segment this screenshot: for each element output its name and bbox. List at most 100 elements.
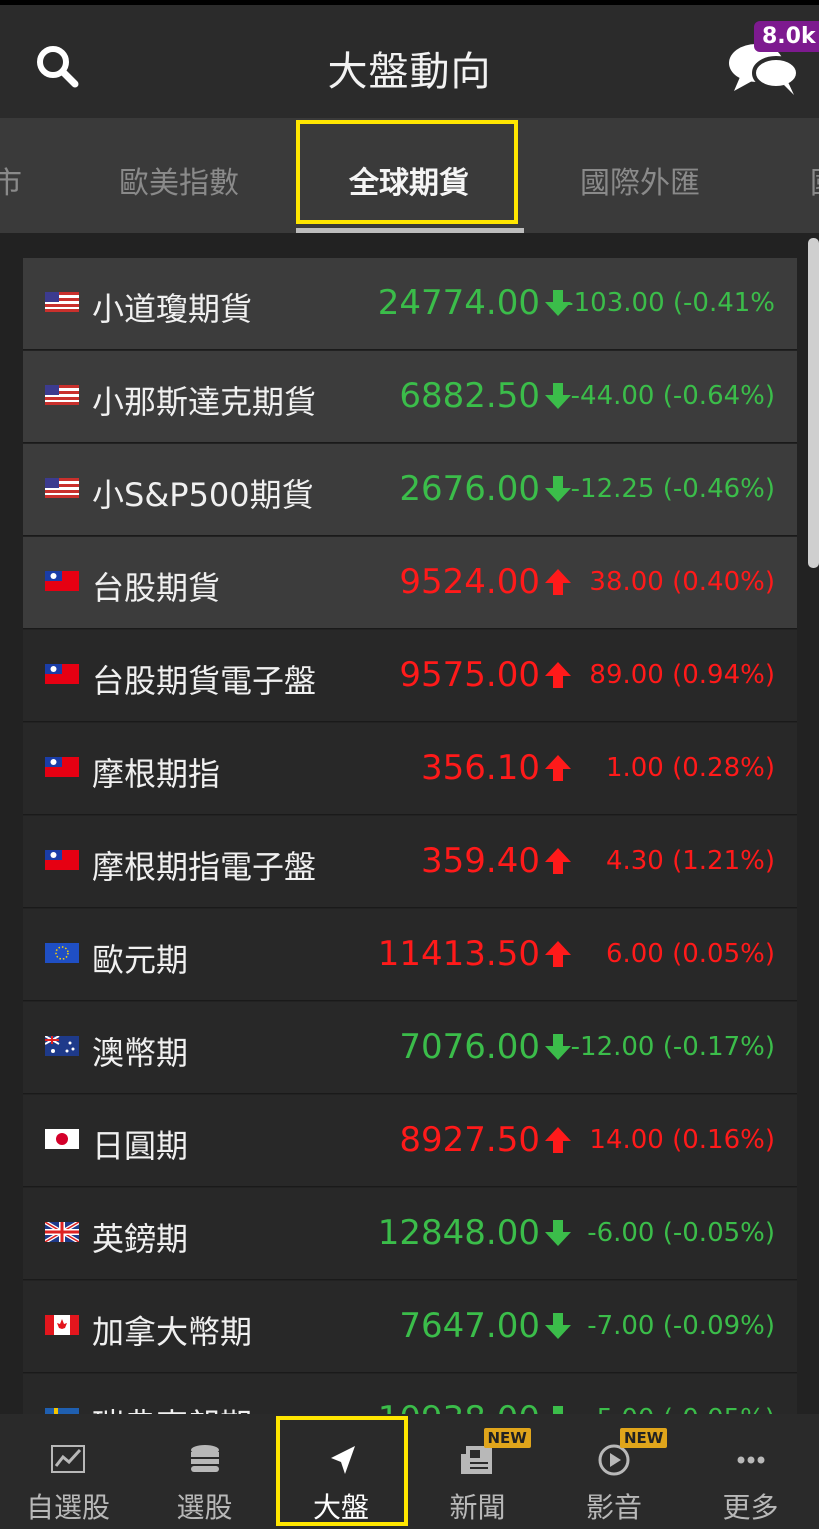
instrument-price: 10938.00 xyxy=(378,1399,540,1414)
arrow-down-icon xyxy=(545,476,571,502)
list-item[interactable]: 小那斯達克期貨 6882.50 -44.00 (-0.64%) xyxy=(23,351,797,443)
list-item[interactable]: 加拿大幣期 7647.00 -7.00 (-0.09%) xyxy=(23,1281,797,1373)
instrument-name: 小那斯達克期貨 xyxy=(92,383,317,421)
list-item[interactable]: 台股期貨電子盤 9575.00 89.00 (0.94%) xyxy=(23,630,797,722)
tab-next[interactable]: 國 xyxy=(810,158,819,202)
arrow-down-icon xyxy=(545,383,571,409)
change-percent: (-0.64%) xyxy=(662,381,775,411)
top-bar: 大盤動向 8.0k xyxy=(0,0,819,118)
price-change: 14.00 (0.16%) xyxy=(589,1125,775,1155)
nav-label: 自選股 xyxy=(25,1491,110,1524)
price-change: -12.00 (-0.17%) xyxy=(571,1032,775,1062)
nav-item[interactable]: 影音 NEW xyxy=(546,1414,682,1529)
list-item[interactable]: 瑞典克朗期 10938.00 -5.00 (-0.05%) xyxy=(23,1374,797,1414)
list-item[interactable]: 日圓期 8927.50 14.00 (0.16%) xyxy=(23,1095,797,1187)
list-item[interactable]: 英鎊期 12848.00 -6.00 (-0.05%) xyxy=(23,1188,797,1280)
change-percent: (0.94%) xyxy=(672,660,775,690)
instrument-price: 8927.50 xyxy=(399,1120,540,1160)
au-flag-icon xyxy=(45,1036,79,1056)
instrument-price: 2676.00 xyxy=(399,469,540,509)
nav-label: 選股 xyxy=(176,1491,233,1524)
price-change: 6.00 (0.05%) xyxy=(606,939,775,969)
instrument-name: 摩根期指 xyxy=(92,755,221,793)
arrow-down-icon xyxy=(545,1034,571,1060)
us-flag-icon xyxy=(45,478,79,498)
change-percent: (-0.17%) xyxy=(662,1032,775,1062)
change-percent: (-0.46%) xyxy=(662,474,775,504)
nav-label: 影音 xyxy=(585,1491,642,1524)
chart-line-icon xyxy=(51,1445,85,1473)
change-percent: (0.16%) xyxy=(672,1125,775,1155)
list-item[interactable]: 台股期貨 9524.00 38.00 (0.40%) xyxy=(23,537,797,629)
nav-item[interactable]: 選股 xyxy=(137,1414,273,1529)
list-item[interactable]: 摩根期指電子盤 359.40 4.30 (1.21%) xyxy=(23,816,797,908)
page-title: 大盤動向 xyxy=(327,49,492,95)
tab-market[interactable]: 市 xyxy=(0,158,22,202)
instrument-name: 瑞典克朗期 xyxy=(92,1400,252,1414)
active-tab-highlight xyxy=(296,120,518,224)
arrow-up-icon xyxy=(545,662,571,688)
instrument-price: 24774.00 xyxy=(377,283,540,323)
us-flag-icon xyxy=(45,292,79,312)
instrument-name: 英鎊期 xyxy=(92,1220,189,1258)
nav-item[interactable]: 更多 xyxy=(683,1414,819,1529)
price-change: 4.30 (1.21%) xyxy=(606,846,775,876)
new-badge: NEW xyxy=(620,1428,668,1448)
new-badge: NEW xyxy=(483,1428,531,1448)
arrow-up-icon xyxy=(545,1127,571,1153)
change-value: -6.00 xyxy=(587,1218,655,1248)
arrow-down-icon xyxy=(545,1220,571,1246)
change-value: -44.00 xyxy=(570,381,655,411)
tab-us-eu-index[interactable]: 歐美指數 xyxy=(119,158,239,202)
nav-item[interactable]: 大盤 xyxy=(273,1414,409,1529)
price-change: 38.00 (0.40%) xyxy=(589,567,775,597)
price-change: -7.00 (-0.09%) xyxy=(587,1311,775,1341)
tw-flag-icon xyxy=(45,757,79,777)
change-value: 38.00 xyxy=(589,567,664,597)
instrument-price: 7076.00 xyxy=(399,1027,540,1067)
nav-label: 新聞 xyxy=(449,1491,506,1524)
arrow-up-icon xyxy=(545,569,571,595)
instrument-price: 9575.00 xyxy=(399,655,540,695)
list-item[interactable]: 小S&P500期貨 2676.00 -12.25 (-0.46%) xyxy=(23,444,797,536)
change-value: 6.00 xyxy=(605,939,664,969)
scrollbar[interactable] xyxy=(808,238,819,568)
instrument-name: 摩根期指電子盤 xyxy=(92,848,317,886)
arrow-down-icon xyxy=(553,1406,563,1414)
change-percent: (-0.09%) xyxy=(662,1311,775,1341)
more-dots-icon xyxy=(737,1456,764,1464)
list-item[interactable]: 摩根期指 356.10 1.00 (0.28%) xyxy=(23,723,797,815)
tab-forex[interactable]: 國際外匯 xyxy=(580,158,700,202)
list-item[interactable]: 小道瓊期貨 24774.00 -103.00 (-0.41% xyxy=(23,258,797,350)
change-value: -7.00 xyxy=(587,1311,655,1341)
instrument-price: 356.10 xyxy=(421,748,540,788)
list-item[interactable]: 歐元期 11413.50 6.00 (0.05%) xyxy=(23,909,797,1001)
instrument-name: 加拿大幣期 xyxy=(92,1313,253,1351)
tw-flag-icon xyxy=(45,664,79,684)
instrument-price: 6882.50 xyxy=(399,376,540,416)
category-tabs: 市 歐美指數 全球期貨 國際外匯 國 xyxy=(0,118,819,233)
jp-flag-icon xyxy=(45,1129,79,1149)
futures-list: 小道瓊期貨 24774.00 -103.00 (-0.41% 小那斯達克期貨 6882.… xyxy=(23,258,797,1414)
change-percent: (0.28%) xyxy=(672,753,775,783)
list-item[interactable]: 澳幣期 7076.00 -12.00 (-0.17%) xyxy=(23,1002,797,1094)
change-value: -12.00 xyxy=(570,1032,655,1062)
instrument-name: 歐元期 xyxy=(92,941,189,979)
change-percent: (-0.05%) xyxy=(663,1404,775,1414)
navigation-arrow-icon xyxy=(331,1446,355,1474)
price-change: -6.00 (-0.05%) xyxy=(587,1218,775,1248)
instrument-name: 台股期貨 xyxy=(92,569,221,607)
change-value: 14.00 xyxy=(589,1125,664,1155)
instrument-name: 小S&P500期貨 xyxy=(92,476,314,514)
change-value: -103.00 xyxy=(564,288,665,318)
instrument-name: 台股期貨電子盤 xyxy=(92,662,317,700)
instrument-name: 日圓期 xyxy=(92,1127,189,1165)
nav-item[interactable]: 新聞 NEW xyxy=(410,1414,546,1529)
instrument-price: 359.40 xyxy=(421,841,540,881)
price-change: -12.25 (-0.46%) xyxy=(571,474,775,504)
nav-item[interactable]: 自選股 xyxy=(0,1414,136,1529)
price-change: 89.00 (0.94%) xyxy=(589,660,775,690)
tw-flag-icon xyxy=(45,571,79,591)
price-change: 1.00 (0.28%) xyxy=(606,753,775,783)
nav-label: 大盤 xyxy=(312,1491,369,1524)
